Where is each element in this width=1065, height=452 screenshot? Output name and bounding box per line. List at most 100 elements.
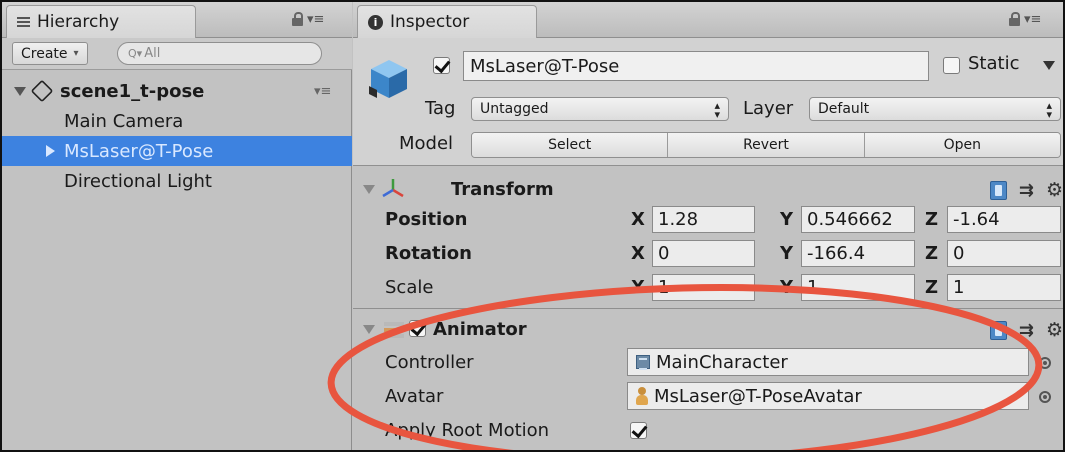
rotation-z-field[interactable]: 0 — [947, 240, 1061, 267]
lock-icon[interactable] — [292, 11, 303, 26]
context-menu-icon[interactable]: ▾≡ — [1024, 12, 1041, 27]
chevron-down-icon: ▾ — [73, 48, 79, 59]
active-checkbox[interactable] — [433, 57, 450, 74]
tag-dropdown[interactable]: Untagged ▴ ▾ — [471, 97, 729, 121]
axis-z-label: Z — [925, 277, 939, 298]
position-label: Position — [385, 209, 468, 230]
controller-field[interactable]: MainCharacter — [627, 348, 1029, 376]
object-picker-icon[interactable] — [1039, 357, 1051, 369]
help-book-icon[interactable] — [989, 320, 1007, 340]
axis-x-label: X — [631, 277, 645, 298]
axis-y-label: Y — [780, 277, 794, 298]
animator-title: Animator — [433, 318, 527, 340]
hierarchy-search-input[interactable]: Q▾ All — [117, 42, 322, 65]
transform-header-icons: ⇉ ⚙ — [989, 179, 1063, 201]
scene-name: scene1_t-pose — [60, 80, 205, 102]
animator-header-icons: ⇉ ⚙ — [989, 319, 1063, 341]
avatar-icon — [636, 387, 648, 405]
rotation-x-field[interactable]: 0 — [652, 240, 755, 267]
scale-y-value: 1 — [807, 277, 819, 298]
position-z-field[interactable]: -1.64 — [947, 206, 1061, 233]
animator-enabled-checkbox[interactable] — [409, 320, 426, 337]
model-button-group: Select Revert Open — [471, 132, 1061, 158]
model-label: Model — [399, 133, 454, 154]
rotation-y-value: -166.4 — [807, 243, 866, 264]
create-button[interactable]: Create ▾ — [12, 42, 88, 65]
rotation-row: Rotation X 0 Y -166.4 Z 0 — [353, 237, 1063, 271]
context-menu-icon[interactable]: ▾≡ — [307, 12, 324, 27]
axis-y-label: Y — [780, 209, 794, 230]
static-checkbox[interactable] — [943, 57, 960, 74]
position-x-field[interactable]: 1.28 — [652, 206, 755, 233]
gear-icon[interactable]: ⚙ — [1046, 319, 1063, 341]
tab-inspector[interactable]: i Inspector — [357, 5, 537, 38]
scale-z-value: 1 — [953, 277, 965, 298]
hierarchy-item-mslaser[interactable]: MsLaser@T-Pose — [2, 136, 352, 166]
avatar-field[interactable]: MsLaser@T-PoseAvatar — [627, 382, 1029, 410]
help-book-icon[interactable] — [989, 180, 1007, 200]
object-name-value: MsLaser@T-Pose — [470, 55, 620, 77]
model-open-button[interactable]: Open — [864, 133, 1060, 157]
component-divider — [353, 308, 1063, 309]
gameobject-cube-icon — [369, 60, 407, 98]
expand-triangle-icon[interactable] — [14, 86, 26, 96]
scene-menu-icon[interactable]: ▾≡ — [314, 84, 331, 99]
layer-value: Default — [818, 101, 870, 117]
preset-icon[interactable]: ⇉ — [1019, 320, 1034, 341]
model-select-button[interactable]: Select — [472, 133, 669, 157]
position-y-value: 0.546662 — [807, 209, 893, 230]
tag-value: Untagged — [480, 101, 549, 117]
static-dropdown-icon[interactable] — [1043, 61, 1055, 70]
inspector-tab-menu[interactable]: ▾≡ — [1009, 11, 1041, 27]
dropdown-arrows-icon: ▴ ▾ — [1046, 99, 1052, 121]
apply-root-motion-row: Apply Root Motion — [353, 414, 1063, 448]
rotation-y-field[interactable]: -166.4 — [801, 240, 915, 267]
layer-dropdown[interactable]: Default ▴ ▾ — [809, 97, 1061, 121]
gameobject-header: MsLaser@T-Pose Static Tag Untagged ▴ ▾ La… — [353, 38, 1063, 166]
avatar-label: Avatar — [385, 386, 444, 407]
hierarchy-panel: Hierarchy ▾≡ Create ▾ Q▾ All scene1_t-po… — [2, 2, 352, 450]
create-button-label: Create — [21, 45, 68, 62]
scale-x-field[interactable]: 1 — [652, 274, 755, 301]
apply-root-motion-checkbox[interactable] — [630, 422, 647, 439]
preset-icon[interactable]: ⇉ — [1019, 180, 1034, 201]
expand-triangle-icon[interactable] — [363, 325, 375, 334]
inspector-tab-bar: i Inspector ▾≡ — [353, 2, 1063, 38]
inspector-panel: i Inspector ▾≡ MsLaser@T-Pose Static Tag… — [353, 2, 1063, 450]
position-z-value: -1.64 — [953, 209, 1000, 230]
tab-hierarchy[interactable]: Hierarchy — [6, 5, 196, 38]
hierarchy-item-label: Main Camera — [64, 110, 184, 132]
object-picker-icon[interactable] — [1039, 391, 1051, 403]
collapsed-triangle-icon[interactable] — [46, 145, 55, 157]
gear-icon[interactable]: ⚙ — [1046, 179, 1063, 201]
transform-title: Transform — [451, 178, 554, 200]
hierarchy-item-label: MsLaser@T-Pose — [64, 140, 214, 162]
scene-row[interactable]: scene1_t-pose ▾≡ — [2, 76, 352, 106]
avatar-value: MsLaser@T-PoseAvatar — [654, 385, 862, 407]
model-revert-button[interactable]: Revert — [668, 133, 865, 157]
scale-z-field[interactable]: 1 — [947, 274, 1061, 301]
hierarchy-item-directional-light[interactable]: Directional Light — [2, 166, 352, 196]
scale-label: Scale — [385, 277, 434, 298]
axis-z-label: Z — [925, 243, 939, 264]
controller-label: Controller — [385, 352, 474, 373]
lock-icon[interactable] — [1009, 11, 1020, 26]
layer-label: Layer — [743, 98, 794, 119]
transform-header[interactable]: Transform ⇉ ⚙ — [353, 174, 1063, 204]
axis-x-label: X — [631, 209, 645, 230]
controller-row: Controller MainCharacter — [353, 346, 1063, 380]
position-row: Position X 1.28 Y 0.546662 Z -1.64 — [353, 203, 1063, 237]
scale-y-field[interactable]: 1 — [801, 274, 915, 301]
animator-header[interactable]: Animator ⇉ ⚙ — [353, 314, 1063, 344]
hierarchy-item-main-camera[interactable]: Main Camera — [2, 106, 352, 136]
object-name-field[interactable]: MsLaser@T-Pose — [463, 51, 929, 81]
unity-scene-icon — [30, 79, 54, 103]
hierarchy-tab-menu[interactable]: ▾≡ — [292, 11, 324, 27]
hierarchy-tab-label: Hierarchy — [37, 12, 120, 32]
expand-triangle-icon[interactable] — [363, 185, 375, 194]
position-x-value: 1.28 — [658, 209, 699, 230]
rotation-z-value: 0 — [953, 243, 965, 264]
hierarchy-tab-bar: Hierarchy ▾≡ — [2, 2, 352, 38]
position-y-field[interactable]: 0.546662 — [801, 206, 915, 233]
transform-gizmo-icon — [382, 179, 404, 198]
